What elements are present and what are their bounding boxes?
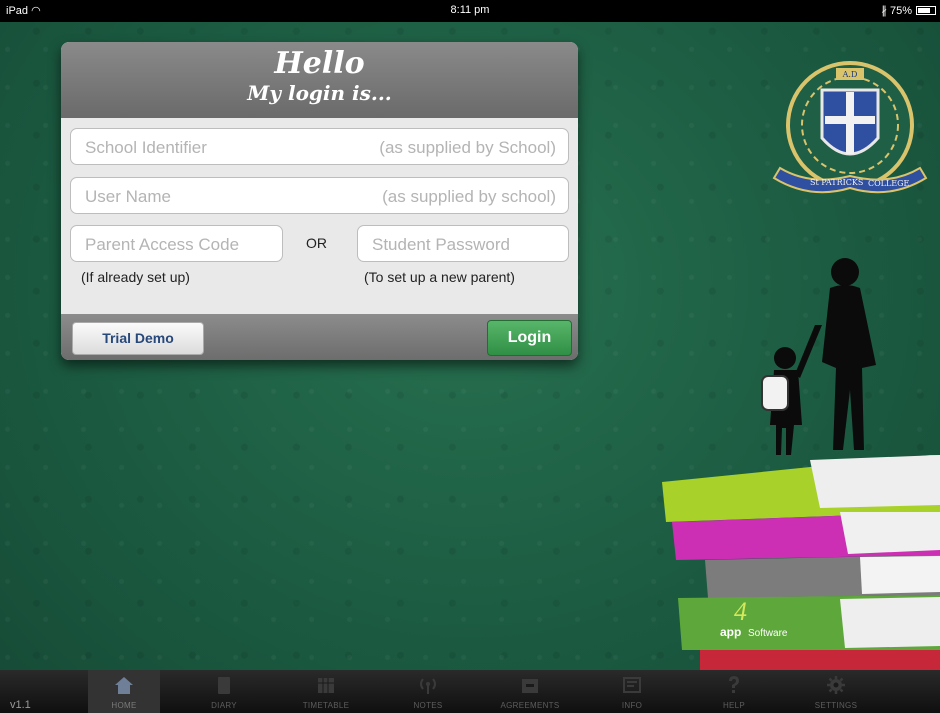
school-crest-logo: A.D St PATRICKS COLLEGE <box>772 61 928 194</box>
parent-child-books-illustration: app 4 Software <box>662 258 940 670</box>
user-name-field[interactable]: User Name (as supplied by school) <box>70 177 569 214</box>
tab-notes-label: NOTES <box>413 701 443 710</box>
tab-agreements[interactable]: AGREEMENTS <box>494 670 566 713</box>
tab-notes[interactable]: NOTES <box>392 670 464 713</box>
school-identifier-placeholder: School Identifier <box>85 138 207 157</box>
tab-agreements-label: AGREEMENTS <box>500 701 560 710</box>
tab-help[interactable]: HELP <box>698 670 770 713</box>
student-password-placeholder: Student Password <box>372 235 510 254</box>
tab-diary-label: DIARY <box>211 701 237 710</box>
calendar-icon <box>318 678 334 693</box>
board-icon <box>623 677 641 693</box>
school-identifier-hint: (as supplied by School) <box>379 138 556 157</box>
tab-info[interactable]: INFO <box>596 670 668 713</box>
tab-settings-label: SETTINGS <box>814 701 858 710</box>
battery-percent: ∦ 75% <box>881 5 912 17</box>
user-name-placeholder: User Name <box>85 187 171 206</box>
tray-icon <box>522 679 538 693</box>
tab-home-label: HOME <box>111 701 137 710</box>
app4-logo-text: app <box>720 625 741 639</box>
trial-demo-button[interactable]: Trial Demo <box>72 322 204 355</box>
login-header: Hello My login is... <box>61 42 578 118</box>
student-password-note: (To set up a new parent) <box>364 269 515 285</box>
home-icon <box>115 677 133 694</box>
tab-diary[interactable]: DIARY <box>188 670 260 713</box>
tab-info-label: INFO <box>621 701 643 710</box>
broadcast-icon <box>420 678 436 694</box>
tab-timetable[interactable]: TIMETABLE <box>290 670 362 713</box>
parent-access-code-field[interactable]: Parent Access Code <box>70 225 283 262</box>
clock: 8:11 pm <box>450 4 490 16</box>
book-stack: app 4 Software <box>662 455 940 670</box>
parent-access-code-placeholder: Parent Access Code <box>85 235 240 254</box>
crest-top-text: A.D <box>842 70 858 79</box>
book-icon <box>218 677 230 694</box>
status-bar: iPad ◠ 8:11 pm ∦ 75% <box>0 0 940 22</box>
child-silhouette <box>761 347 802 455</box>
parent-code-note: (If already set up) <box>81 269 190 285</box>
crest-banner-left: St PATRICKS <box>810 178 863 187</box>
or-label: OR <box>306 235 327 251</box>
app-version: v1.1 <box>10 699 31 711</box>
gear-icon <box>827 676 845 694</box>
question-icon <box>729 676 739 693</box>
backpack-icon <box>761 375 789 411</box>
battery-fill <box>918 8 930 13</box>
bottom-tab-bar: v1.1 HOME DIARY TIMETABLE NOTES AGREEMEN… <box>0 670 940 713</box>
user-name-hint: (as supplied by school) <box>382 187 556 206</box>
app4-logo-sub: Software <box>748 628 788 639</box>
tab-help-label: HELP <box>722 701 746 710</box>
student-password-field[interactable]: Student Password <box>357 225 569 262</box>
greeting-subtitle: My login is... <box>247 81 392 105</box>
school-identifier-field[interactable]: School Identifier (as supplied by School… <box>70 128 569 165</box>
login-panel: Hello My login is... School Identifier (… <box>61 42 578 360</box>
login-footer: Trial Demo Login <box>61 314 578 360</box>
greeting-title: Hello <box>274 46 365 81</box>
tab-timetable-label: TIMETABLE <box>302 701 350 710</box>
battery-icon <box>916 6 936 15</box>
tab-home[interactable]: HOME <box>88 670 160 713</box>
app4-logo-number: 4 <box>734 597 747 626</box>
login-button[interactable]: Login <box>487 320 572 356</box>
bluetooth-icon: ∦ <box>881 5 887 17</box>
mother-silhouette <box>795 258 876 450</box>
crest-banner-right: COLLEGE <box>868 179 910 188</box>
tab-settings[interactable]: SETTINGS <box>800 670 872 713</box>
